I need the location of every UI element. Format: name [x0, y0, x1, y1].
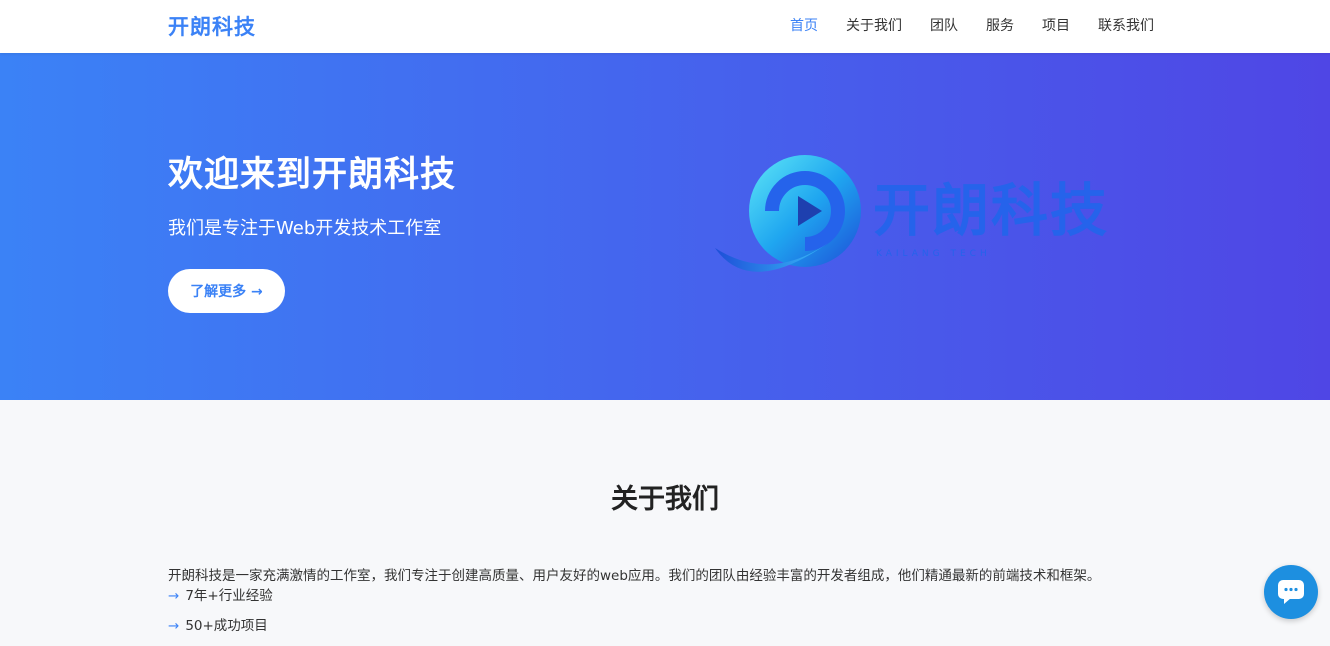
nav-item-contact[interactable]: 联系我们 [1098, 15, 1154, 35]
list-item: → 50+成功项目 [168, 618, 268, 634]
hero-banner: 欢迎来到开朗科技 我们是专注于Web开发技术工作室 了解更多 → 开朗科技 KA… [0, 53, 1330, 400]
nav-item-projects[interactable]: 项目 [1042, 15, 1070, 35]
nav-item-home[interactable]: 首页 [790, 15, 818, 35]
arrow-right-icon: → [168, 618, 180, 634]
nav-item-services[interactable]: 服务 [986, 15, 1014, 35]
about-highlights: → 7年+行业经验 → 50+成功项目 [168, 586, 273, 646]
hero-title: 欢迎来到开朗科技 [168, 155, 457, 195]
learn-more-button[interactable]: 了解更多 → [168, 269, 285, 313]
logo-subtext: KAILANG TECH [876, 249, 991, 259]
list-item: → 7年+行业经验 [168, 588, 273, 604]
chat-button[interactable] [1264, 565, 1318, 619]
nav-item-team[interactable]: 团队 [930, 15, 958, 35]
nav-item-about[interactable]: 关于我们 [846, 15, 902, 35]
logo-wordmark: 开朗科技 [873, 178, 1109, 244]
arrow-right-icon: → [168, 588, 180, 604]
chat-bubble-icon [1278, 580, 1304, 604]
about-description: 开朗科技是一家充满激情的工作室，我们专注于创建高质量、用户友好的web应用。我们… [168, 568, 1101, 584]
brand-logo[interactable]: 开朗科技 [168, 11, 256, 41]
about-section-title: 关于我们 [611, 484, 719, 515]
hero-subtitle: 我们是专注于Web开发技术工作室 [168, 218, 442, 239]
main-menu: 首页 关于我们 团队 服务 项目 联系我们 [790, 15, 1154, 35]
top-navbar: 开朗科技 首页 关于我们 团队 服务 项目 联系我们 [0, 0, 1330, 53]
